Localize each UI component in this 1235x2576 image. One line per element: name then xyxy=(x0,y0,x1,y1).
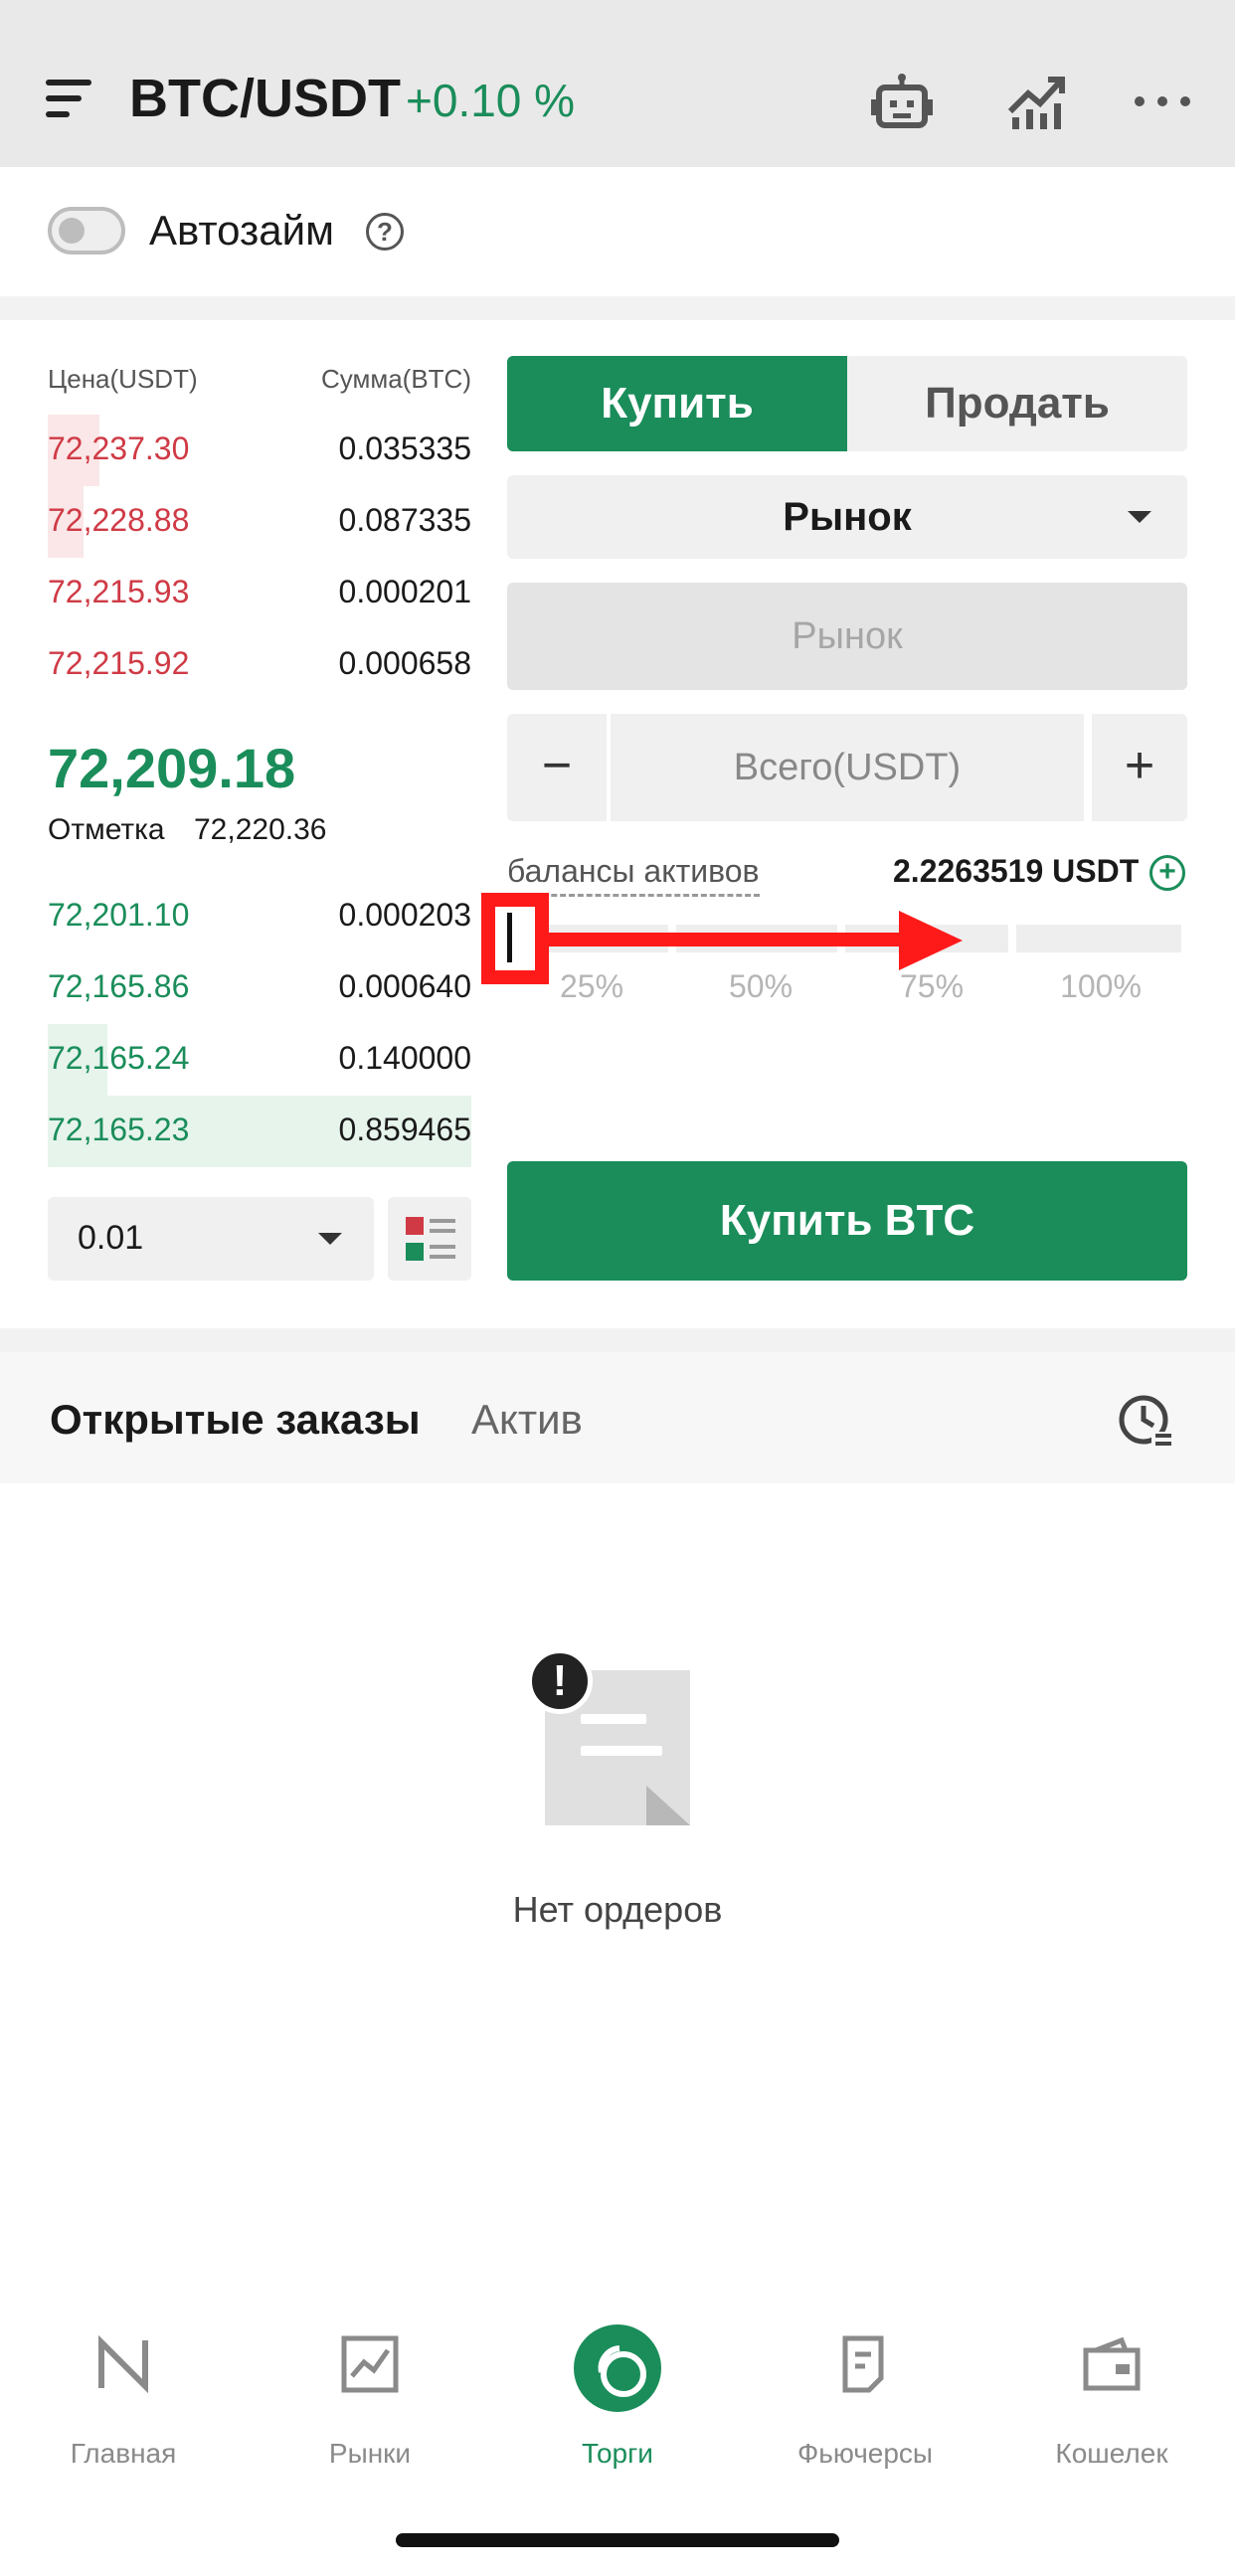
ask-row[interactable]: 72,215.92 0.000658 xyxy=(48,629,471,701)
help-icon[interactable]: ? xyxy=(366,213,404,251)
nav-label: Фьючерсы xyxy=(796,2438,934,2469)
chart-icon[interactable] xyxy=(1004,72,1070,131)
tab-assets[interactable]: Актив xyxy=(471,1396,583,1444)
bid-row[interactable]: 72,165.23 0.859465 xyxy=(48,1096,471,1167)
home-icon xyxy=(98,2334,148,2394)
bid-price: 72,201.10 xyxy=(48,897,190,933)
ask-price: 72,215.92 xyxy=(48,645,190,681)
increase-button[interactable]: + xyxy=(1092,714,1187,821)
orderbook-price-header: Цена(USDT) xyxy=(48,364,198,394)
bid-price: 72,165.24 xyxy=(48,1040,190,1076)
menu-icon[interactable] xyxy=(46,80,91,121)
nav-home[interactable]: Главная xyxy=(24,2334,223,2484)
robot-icon[interactable] xyxy=(869,72,935,131)
nav-label: Рынки xyxy=(328,2438,412,2469)
ask-price: 72,228.88 xyxy=(48,502,190,538)
arrow-right-icon xyxy=(899,911,963,970)
document-line xyxy=(581,1746,662,1756)
nav-label: Торги xyxy=(582,2438,653,2469)
ask-row[interactable]: 72,215.93 0.000201 xyxy=(48,558,471,629)
markets-icon xyxy=(341,2335,399,2393)
autoloan-toggle[interactable] xyxy=(48,207,125,255)
orderbook-amount-header: Сумма(BTC) xyxy=(320,364,471,394)
slider-segment[interactable] xyxy=(1016,925,1181,952)
tab-open-orders[interactable]: Открытые заказы xyxy=(50,1396,421,1444)
ask-row[interactable]: 72,228.88 0.087335 xyxy=(48,486,471,558)
nav-label: Главная xyxy=(70,2438,177,2469)
wallet-icon xyxy=(1083,2336,1141,2391)
ask-amount: 0.035335 xyxy=(338,430,471,466)
drag-arrow xyxy=(549,933,903,946)
tab-sell[interactable]: Продать xyxy=(847,356,1187,451)
mark-price-label: Отметка xyxy=(48,813,165,846)
bid-price: 72,165.86 xyxy=(48,968,190,1004)
nav-trade[interactable]: Торги xyxy=(518,2324,717,2484)
add-funds-icon[interactable]: + xyxy=(1149,855,1185,891)
ask-amount: 0.000201 xyxy=(338,574,471,609)
ask-price: 72,237.30 xyxy=(48,430,190,466)
divider xyxy=(0,296,1235,320)
bid-amount: 0.859465 xyxy=(338,1112,471,1147)
price-input: Рынок xyxy=(507,583,1187,690)
futures-icon xyxy=(842,2335,884,2393)
home-indicator[interactable] xyxy=(396,2533,839,2547)
ask-price: 72,215.93 xyxy=(48,574,190,609)
precision-select[interactable]: 0.01 xyxy=(48,1197,374,1281)
slider-tick-50[interactable]: 50% xyxy=(676,968,845,1005)
chevron-down-icon xyxy=(1128,511,1151,523)
last-price: 72,209.18 xyxy=(48,737,296,799)
order-type-value: Рынок xyxy=(783,495,912,539)
precision-value: 0.01 xyxy=(78,1219,144,1257)
bid-amount: 0.140000 xyxy=(338,1040,471,1076)
total-input[interactable]: Всего(USDT) xyxy=(611,714,1084,821)
slider-tick-100[interactable]: 100% xyxy=(1016,968,1185,1005)
autoloan-label: Автозайм xyxy=(149,207,335,254)
ask-amount: 0.087335 xyxy=(338,502,471,538)
order-type-select[interactable]: Рынок xyxy=(507,475,1187,559)
trade-icon xyxy=(574,2324,661,2412)
pair-title[interactable]: BTC/USDT xyxy=(129,68,401,129)
nav-markets[interactable]: Рынки xyxy=(270,2334,469,2484)
slider-tick-75[interactable]: 75% xyxy=(847,968,1016,1005)
ask-row[interactable]: 72,237.30 0.035335 xyxy=(48,415,471,486)
nav-futures[interactable]: Фьючерсы xyxy=(766,2334,965,2484)
toggle-knob xyxy=(59,218,85,244)
nav-wallet[interactable]: Кошелек xyxy=(1012,2334,1211,2484)
slider-handle[interactable] xyxy=(507,913,512,962)
drag-annotation-box xyxy=(481,893,549,984)
buy-button[interactable]: Купить BTC xyxy=(507,1161,1187,1281)
document-fold xyxy=(646,1786,690,1825)
divider xyxy=(0,1328,1235,1352)
bid-row[interactable]: 72,201.10 0.000203 xyxy=(48,881,471,952)
decrease-button[interactable]: − xyxy=(507,714,607,821)
history-icon[interactable] xyxy=(1118,1392,1173,1448)
tab-buy[interactable]: Купить xyxy=(507,356,847,451)
balance-label[interactable]: балансы активов xyxy=(507,853,760,897)
ask-amount: 0.000658 xyxy=(338,645,471,681)
bid-amount: 0.000640 xyxy=(338,968,471,1004)
mark-price-value: 72,220.36 xyxy=(194,813,327,846)
nav-label: Кошелек xyxy=(1055,2438,1168,2469)
balance-value: 2.2263519 USDT xyxy=(893,853,1140,889)
chevron-down-icon xyxy=(318,1233,342,1245)
depth-view-icon[interactable] xyxy=(388,1197,471,1281)
bid-amount: 0.000203 xyxy=(338,897,471,933)
more-icon[interactable] xyxy=(1130,72,1195,131)
price-change: +0.10 % xyxy=(406,75,576,126)
alert-icon: ! xyxy=(527,1648,593,1714)
bid-row[interactable]: 72,165.86 0.000640 xyxy=(48,952,471,1024)
bid-row[interactable]: 72,165.24 0.140000 xyxy=(48,1024,471,1096)
bid-price: 72,165.23 xyxy=(48,1112,190,1147)
document-line xyxy=(581,1714,646,1724)
empty-orders-text: Нет ордеров xyxy=(512,1889,723,1930)
